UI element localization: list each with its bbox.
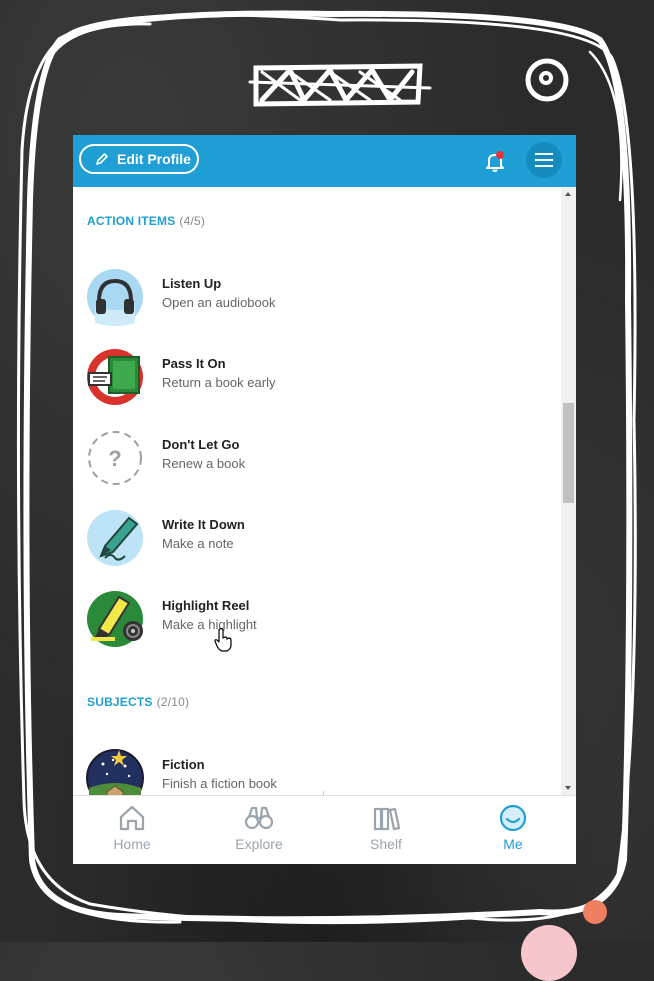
profile-content[interactable]: ACTION ITEMS (4/5) Listen Up Open an audi… — [73, 187, 561, 795]
scrollbar[interactable] — [561, 187, 576, 795]
return-book-icon — [87, 349, 143, 405]
section-count: (4/5) — [179, 214, 206, 228]
scroll-down-arrow-icon[interactable] — [565, 786, 571, 790]
section-label: SUBJECTS — [87, 695, 153, 709]
fiction-icon — [86, 749, 144, 795]
scroll-up-arrow-icon[interactable] — [565, 192, 571, 196]
nav-label: Home — [113, 836, 151, 852]
books-icon — [373, 807, 401, 831]
menu-button[interactable] — [526, 142, 562, 178]
item-subtitle: Make a note — [162, 536, 234, 551]
item-subtitle: Finish a fiction book — [162, 776, 277, 791]
headphones-icon — [87, 269, 143, 326]
svg-text:?: ? — [108, 446, 121, 471]
item-subtitle: Make a highlight — [162, 617, 257, 632]
binoculars-icon — [244, 806, 274, 830]
nav-label: Shelf — [370, 836, 402, 852]
speaker-scribble — [248, 63, 432, 107]
section-label: ACTION ITEMS — [87, 214, 176, 228]
edit-profile-label: Edit Profile — [117, 151, 191, 167]
bell-icon[interactable] — [483, 149, 507, 173]
camera-scribble — [525, 58, 569, 102]
home-icon — [119, 805, 145, 831]
locked-question-icon: ? — [88, 431, 142, 485]
pencil-icon — [96, 153, 108, 165]
item-subtitle: Open an audiobook — [162, 295, 276, 310]
action-items-heading: ACTION ITEMS (4/5) — [87, 214, 205, 228]
item-subtitle: Return a book early — [162, 375, 276, 390]
list-item[interactable]: Write It Down Make a note — [85, 508, 545, 570]
scrollbar-thumb[interactable] — [563, 403, 574, 503]
item-title: Highlight Reel — [162, 598, 250, 613]
list-item[interactable]: ? Don't Let Go Renew a book — [85, 428, 545, 490]
list-item[interactable]: Highlight Reel Make a highlight — [85, 589, 545, 651]
decorative-dot — [583, 900, 607, 924]
highlighter-icon — [87, 591, 143, 647]
item-title: Pass It On — [162, 356, 226, 371]
list-item[interactable]: Pass It On Return a book early — [85, 347, 545, 409]
bottom-nav: Home Explore Shelf Me — [73, 795, 576, 864]
list-item[interactable]: Listen Up Open an audiobook — [85, 267, 545, 329]
edit-profile-button[interactable]: Edit Profile — [79, 144, 199, 174]
item-title: Don't Let Go — [162, 437, 240, 452]
nav-label: Me — [503, 836, 523, 852]
notification-dot — [496, 151, 504, 159]
nav-shelf[interactable]: Shelf — [341, 804, 431, 860]
top-bar: Edit Profile — [73, 135, 576, 187]
item-title: Listen Up — [162, 276, 222, 291]
hamburger-icon — [535, 153, 553, 167]
app-screen: Edit Profile ACTION ITEMS (4/5) Listen U… — [73, 135, 576, 864]
smiley-icon — [499, 804, 527, 832]
hand-cursor-icon — [214, 628, 232, 652]
list-item[interactable]: Fiction Finish a fiction book — [85, 748, 545, 795]
item-title: Write It Down — [162, 517, 245, 532]
subjects-heading: SUBJECTS (2/10) — [87, 695, 189, 709]
item-subtitle: Renew a book — [162, 456, 246, 471]
nav-explore[interactable]: Explore — [214, 804, 304, 860]
decorative-dot — [521, 925, 577, 981]
nav-me[interactable]: Me — [468, 804, 558, 860]
pen-icon — [87, 510, 143, 566]
nav-home[interactable]: Home — [87, 804, 177, 860]
section-count: (2/10) — [156, 695, 190, 709]
nav-label: Explore — [235, 836, 283, 852]
item-title: Fiction — [162, 757, 205, 772]
